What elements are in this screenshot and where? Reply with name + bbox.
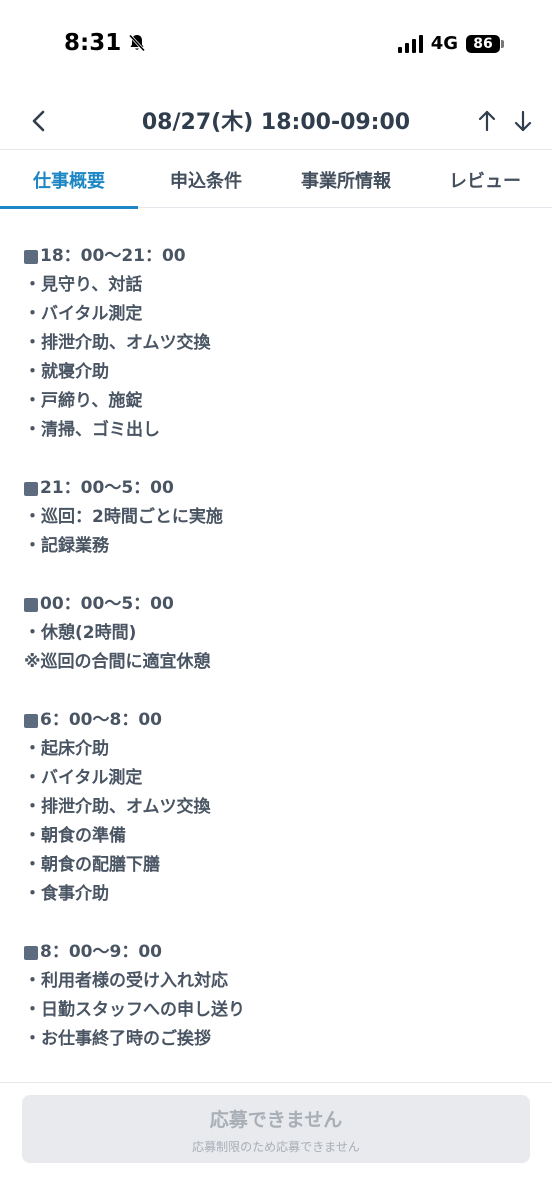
list-item: ・巡回：2時間ごとに実施 <box>24 507 223 527</box>
battery-icon: 86 <box>466 34 504 53</box>
list-item: ・バイタル測定 <box>24 768 143 788</box>
battery-level: 86 <box>466 34 500 53</box>
list-item: ・戸締り、施錠 <box>24 391 143 411</box>
schedule-section: 8：00〜9：00 ・利用者様の受け入れ対応 ・日勤スタッフへの申し送り ・お仕… <box>24 938 534 1054</box>
tab-bar: 仕事概要 申込条件 事業所情報 レビュー <box>0 152 552 209</box>
status-indicators: 4G 86 <box>397 33 504 54</box>
section-header: 21：00〜5：00 <box>24 474 534 503</box>
tab-office-info[interactable]: 事業所情報 <box>274 152 418 208</box>
status-bar: 8:31 4G 86 <box>0 0 552 90</box>
list-item: ・朝食の配膳下膳 <box>24 855 160 875</box>
schedule-section: 21：00〜5：00 ・巡回：2時間ごとに実施 ・記録業務 <box>24 474 534 561</box>
list-item: ・利用者様の受け入れ対応 <box>24 971 228 991</box>
list-item: ・バイタル測定 <box>24 304 143 324</box>
list-item: ・記録業務 <box>24 536 109 556</box>
arrow-down-icon[interactable] <box>510 108 536 134</box>
apply-button-label: 応募できません <box>209 1109 343 1131</box>
footer-bar: 応募できません 応募制限のため応募できません <box>0 1082 552 1200</box>
job-overview-content: 18：00〜21：00 ・見守り、対話 ・バイタル測定 ・排泄介助、オムツ交換 … <box>24 242 534 1083</box>
list-item: ※巡回の合間に適宜休憩 <box>24 652 211 672</box>
arrow-up-icon[interactable] <box>474 108 500 134</box>
tab-job-overview[interactable]: 仕事概要 <box>0 152 138 209</box>
section-header: 18：00〜21：00 <box>24 242 534 271</box>
list-item: ・日勤スタッフへの申し送り <box>24 1000 245 1020</box>
network-type: 4G <box>430 33 458 54</box>
list-item: ・見守り、対話 <box>24 275 143 295</box>
bell-muted-icon <box>129 34 146 52</box>
page-title: 08/27(木) 18:00-09:00 <box>141 110 411 135</box>
list-item: ・食事介助 <box>24 884 109 904</box>
schedule-section: 00：00〜5：00 ・休憩(2時間) ※巡回の合間に適宜休憩 <box>24 590 534 677</box>
section-header: 8：00〜9：00 <box>24 938 534 967</box>
section-header: 00：00〜5：00 <box>24 590 534 619</box>
list-item: ・お仕事終了時のご挨拶 <box>24 1029 211 1049</box>
tab-reviews[interactable]: レビュー <box>418 152 552 208</box>
list-item: ・清掃、ゴミ出し <box>24 420 160 440</box>
apply-button-sublabel: 応募制限のため応募できません <box>192 1140 360 1154</box>
list-item: ・起床介助 <box>24 739 109 759</box>
list-item: ・休憩(2時間) <box>24 623 137 643</box>
schedule-section: 6：00〜8：00 ・起床介助 ・バイタル測定 ・排泄介助、オムツ交換 ・朝食の… <box>24 706 534 909</box>
list-item: ・朝食の準備 <box>24 826 126 846</box>
square-bullet-icon <box>24 597 38 612</box>
schedule-section: 18：00〜21：00 ・見守り、対話 ・バイタル測定 ・排泄介助、オムツ交換 … <box>24 242 534 445</box>
list-item: ・排泄介助、オムツ交換 <box>24 797 211 817</box>
list-item: ・就寝介助 <box>24 362 109 382</box>
status-time-text: 8:31 <box>64 30 122 56</box>
tab-application-conditions[interactable]: 申込条件 <box>138 152 274 208</box>
square-bullet-icon <box>24 945 38 960</box>
nav-bar: 08/27(木) 18:00-09:00 <box>0 90 552 150</box>
list-item: ・排泄介助、オムツ交換 <box>24 333 211 353</box>
apply-button[interactable]: 応募できません 応募制限のため応募できません <box>22 1095 530 1163</box>
square-bullet-icon <box>24 481 38 496</box>
section-header: 6：00〜8：00 <box>24 706 534 735</box>
square-bullet-icon <box>24 249 38 264</box>
status-time: 8:31 <box>64 30 147 56</box>
signal-icon <box>397 34 423 53</box>
square-bullet-icon <box>24 713 38 728</box>
